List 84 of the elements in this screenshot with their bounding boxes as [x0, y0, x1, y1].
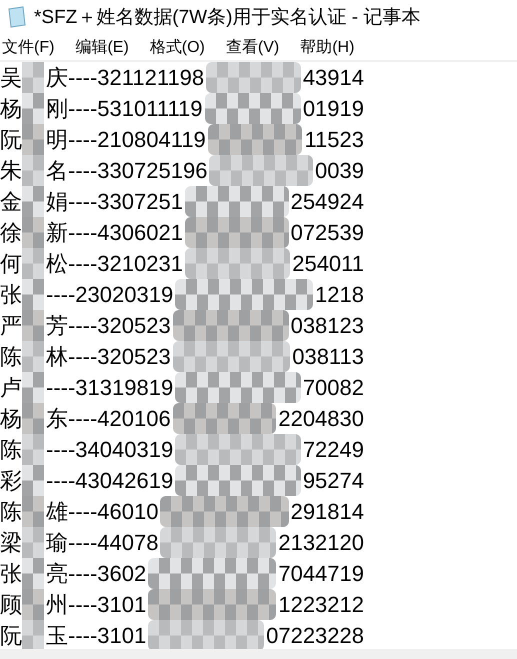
text-line-end: 95274 — [302, 468, 364, 494]
text-line-middle: 庆----321121198 — [46, 64, 204, 90]
text-line-start: 阮 — [0, 126, 22, 152]
mosaic-patch — [22, 248, 44, 279]
text-line-middle: 松----3210231 — [46, 250, 183, 276]
window-title: *SFZ＋姓名数据(7W条)用于实名认证 - 记事本 — [34, 6, 420, 30]
text-line-end: 038113 — [292, 344, 364, 370]
mosaic-patch — [22, 465, 44, 496]
text-line-middle: ----23020319 — [46, 282, 174, 308]
text-line-end: 254011 — [292, 250, 364, 276]
text-line-middle: 亮----3602 — [46, 560, 146, 586]
text-line-start: 杨 — [0, 406, 22, 432]
text-line-middle: 新----4306021 — [46, 220, 183, 246]
mosaic-patch — [22, 62, 44, 93]
text-line-end: 254924 — [290, 188, 364, 214]
text-line-end: 1218 — [315, 282, 364, 308]
text-line-middle: 芳----320523 — [46, 312, 171, 338]
text-line-start: 陈 — [0, 344, 22, 370]
text-line-end: 072539 — [290, 220, 364, 246]
menu-item[interactable]: 编辑(E) — [73, 36, 132, 58]
text-line-middle: 刚----531011119 — [46, 96, 203, 122]
text-line-middle: 玉----3101 — [46, 622, 146, 648]
mosaic-patch — [22, 93, 44, 124]
mosaic-patch — [22, 496, 44, 527]
mosaic-patch — [22, 186, 44, 217]
mosaic-patch — [22, 403, 44, 434]
text-line-start: 卢 — [0, 374, 22, 400]
text-line-end: 01919 — [302, 96, 364, 122]
text-line-start: 朱 — [0, 158, 22, 184]
text-line-end: 43914 — [302, 64, 364, 90]
text-line-middle: 明----210804119 — [46, 126, 206, 152]
text-line-end: 2204830 — [278, 406, 364, 432]
text-line-middle: 州----3101 — [46, 592, 146, 618]
text-line-end: 72249 — [302, 436, 364, 462]
text-line-start: 严 — [0, 312, 22, 338]
text-line-end: 0039 — [315, 158, 364, 184]
mosaic-patch — [22, 310, 44, 341]
menu-item[interactable]: 格式(O) — [148, 36, 208, 58]
mosaic-patch — [22, 527, 44, 558]
menu-item[interactable]: 查看(V) — [224, 36, 282, 58]
text-line-end: 038123 — [290, 312, 364, 338]
mosaic-patch — [22, 620, 44, 649]
notepad-icon — [6, 6, 28, 28]
text-line-end: 11523 — [304, 126, 364, 152]
menu-item[interactable]: 帮助(H) — [298, 36, 358, 58]
text-line-end: 70082 — [302, 374, 364, 400]
text-line-start: 张 — [0, 282, 22, 308]
text-line-middle: 娟----3307251 — [46, 188, 183, 214]
mosaic-patch — [22, 434, 44, 465]
text-line-middle: ----31319819 — [46, 374, 174, 400]
text-line-start: 阮 — [0, 622, 22, 648]
text-line-end: 1223212 — [278, 592, 364, 618]
text-line-start: 陈 — [0, 498, 22, 524]
text-line-middle: 林----320523 — [46, 344, 171, 370]
text-line-end: 07223228 — [266, 622, 364, 648]
mosaic-patch — [22, 341, 44, 372]
text-line-start: 吴 — [0, 64, 22, 90]
text-line-start: 何 — [0, 250, 22, 276]
text-line-end: 291814 — [290, 498, 364, 524]
mosaic-patch — [22, 589, 44, 620]
text-line-middle: 雄----46010 — [46, 498, 158, 524]
text-line-start: 金 — [0, 188, 22, 214]
mosaic-patch — [22, 217, 44, 248]
text-line-start: 杨 — [0, 96, 22, 122]
text-line-middle: ----43042619 — [46, 468, 174, 494]
horizontal-scrollbar[interactable] — [0, 649, 517, 659]
text-line-start: 徐 — [0, 220, 22, 246]
text-line-start: 彩 — [0, 468, 22, 494]
text-line-start: 张 — [0, 560, 22, 586]
mosaic-patch — [22, 372, 44, 403]
text-line-middle: 东----420106 — [46, 406, 171, 432]
text-line-middle: 名----330725196 — [46, 158, 208, 184]
text-line-end: 7044719 — [278, 560, 364, 586]
mosaic-patch — [22, 124, 44, 155]
mosaic-patch — [22, 155, 44, 186]
mosaic-patch — [22, 558, 44, 589]
menu-item[interactable]: 文件(F) — [0, 36, 58, 58]
text-line-start: 陈 — [0, 436, 22, 462]
mosaic-patch — [22, 279, 44, 310]
text-line-middle: ----34040319 — [46, 436, 174, 462]
text-line-middle: 瑜----44078 — [46, 530, 158, 556]
text-line-end: 2132120 — [278, 530, 364, 556]
text-line-start: 梁 — [0, 530, 22, 556]
text-line-start: 顾 — [0, 592, 22, 618]
